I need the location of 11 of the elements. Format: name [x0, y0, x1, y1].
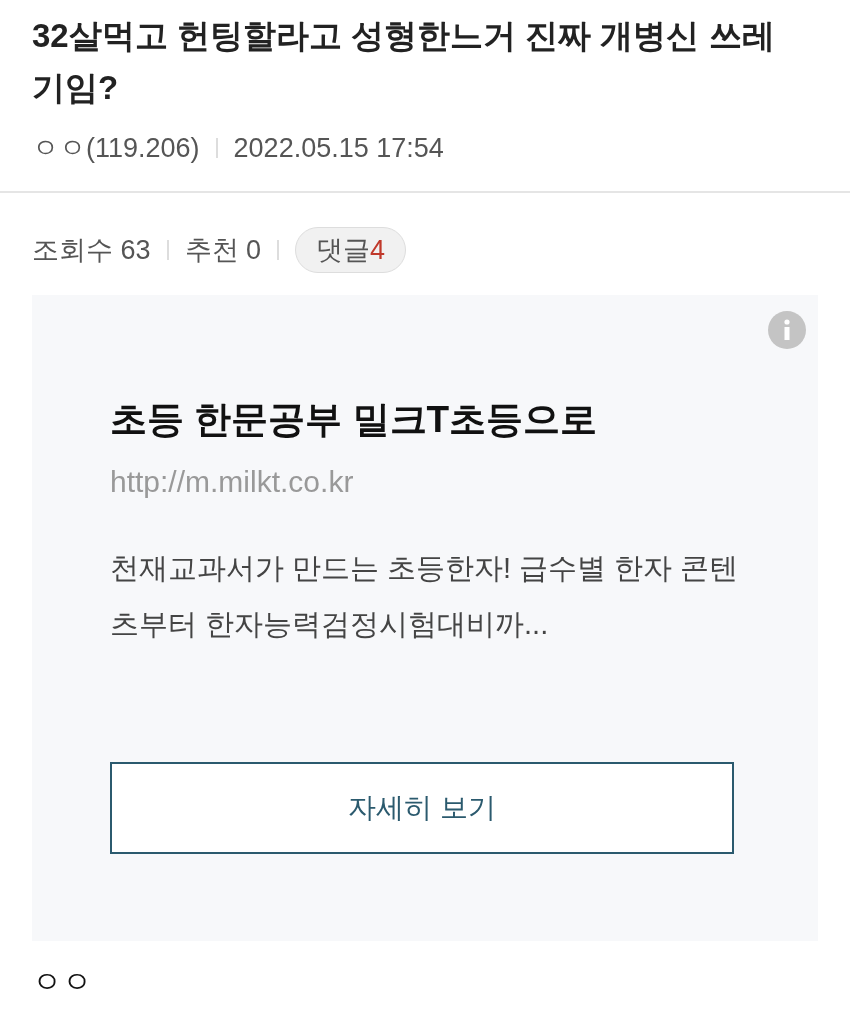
stat-label: 추천 0 — [184, 233, 262, 267]
details-button[interactable]: 자세히 보기 — [110, 762, 734, 854]
post-date: 2022.05.15 17:54 — [233, 132, 444, 165]
author-name: ㅇㅇ(119.206) — [32, 132, 200, 165]
ad-description: 천재교과서가 만드는 초등한자! 급수별 한자 콘텐츠부터 한자능력검정시험대비까... — [110, 551, 740, 642]
post-title: 32살먹고 헌팅할라고 성형한느거 진짜 개병신 쓰레기임? — [32, 16, 776, 108]
info-icon[interactable] — [768, 311, 806, 349]
comment-count-button[interactable]: 댓글4 — [295, 226, 407, 273]
ad-title: 초등 한문공부 밀크T초등으로 — [110, 398, 599, 442]
stat-label: 조회수 63 — [32, 233, 151, 267]
post-body: ㅇㅇ — [31, 964, 93, 1000]
